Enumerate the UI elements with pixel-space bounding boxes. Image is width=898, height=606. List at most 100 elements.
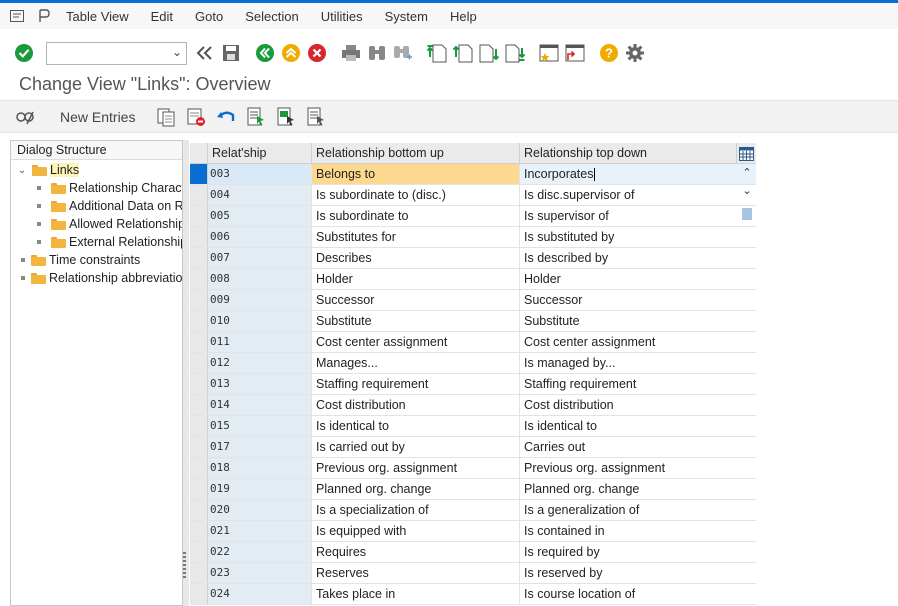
row-selector[interactable] [190, 458, 208, 478]
row-selector[interactable] [190, 248, 208, 268]
bottom-up-cell[interactable]: Is equipped with [312, 521, 520, 541]
top-down-cell[interactable]: Is required by [520, 542, 756, 562]
new-session-icon[interactable] [539, 43, 559, 63]
row-selector[interactable] [190, 353, 208, 373]
top-down-cell[interactable]: Is supervisor of [520, 206, 756, 226]
deselect-all-icon[interactable] [305, 106, 327, 128]
scroll-up-icon[interactable]: ⌃ [738, 164, 756, 180]
bottom-up-cell[interactable]: Is a specialization of [312, 500, 520, 520]
bottom-up-cell[interactable]: Takes place in [312, 584, 520, 604]
bottom-up-cell[interactable]: Is subordinate to [312, 206, 520, 226]
splitter-grip-icon[interactable] [183, 552, 186, 578]
table-row[interactable]: 011 Cost center assignment Cost center ass… [190, 332, 756, 353]
bottom-up-cell[interactable]: Cost distribution [312, 395, 520, 415]
settings-gear-icon[interactable] [625, 43, 645, 63]
table-row[interactable]: 023 Reserves Is reserved by [190, 563, 756, 584]
bottom-up-cell[interactable]: Is subordinate to (disc.) [312, 185, 520, 205]
menu-goto[interactable]: Goto [195, 9, 223, 24]
table-row[interactable]: 009 Successor Successor [190, 290, 756, 311]
table-row[interactable]: 003 Belongs to Incorporates [190, 164, 756, 185]
chevron-down-icon[interactable]: ⌄ [172, 45, 182, 59]
print-icon[interactable] [341, 43, 361, 63]
back-green-icon[interactable] [255, 43, 275, 63]
column-header-top-down[interactable]: Relationship top down [520, 143, 737, 164]
top-down-cell[interactable]: Planned org. change [520, 479, 756, 499]
row-selector[interactable] [190, 206, 208, 226]
top-down-cell[interactable]: Staffing requirement [520, 374, 756, 394]
table-row[interactable]: 007 Describes Is described by [190, 248, 756, 269]
scroll-down-icon[interactable]: ⌄ [738, 182, 756, 198]
row-selector[interactable] [190, 500, 208, 520]
table-row[interactable]: 017 Is carried out by Carries out [190, 437, 756, 458]
row-selector[interactable] [190, 395, 208, 415]
select-all-column-header[interactable] [190, 143, 208, 164]
bottom-up-cell[interactable]: Requires [312, 542, 520, 562]
exit-up-icon[interactable] [281, 43, 301, 63]
select-all-icon[interactable] [245, 106, 267, 128]
row-selector[interactable] [190, 164, 208, 184]
menu-edit[interactable]: Edit [151, 9, 173, 24]
tree-item-time-constraints[interactable]: Time constraints [21, 251, 140, 269]
top-down-cell[interactable]: Is course location of [520, 584, 756, 604]
bottom-up-cell[interactable]: Belongs to [312, 164, 520, 184]
table-row[interactable]: 022 Requires Is required by [190, 542, 756, 563]
top-down-cell[interactable]: Is contained in [520, 521, 756, 541]
bottom-up-cell[interactable]: Staffing requirement [312, 374, 520, 394]
panel-splitter[interactable] [183, 140, 189, 606]
top-down-cell[interactable]: Incorporates [520, 164, 756, 184]
top-down-cell[interactable]: Is reserved by [520, 563, 756, 583]
top-down-cell[interactable]: Carries out [520, 437, 756, 457]
row-selector[interactable] [190, 521, 208, 541]
top-down-cell[interactable]: Previous org. assignment [520, 458, 756, 478]
find-next-icon[interactable] [393, 43, 413, 63]
top-down-cell[interactable]: Is disc.supervisor of [520, 185, 756, 205]
row-selector[interactable] [190, 416, 208, 436]
table-row[interactable]: 014 Cost distribution Cost distribution [190, 395, 756, 416]
back-icon[interactable] [195, 43, 215, 63]
row-selector[interactable] [190, 332, 208, 352]
tree-item-links[interactable]: ⌄ Links [17, 161, 80, 179]
bottom-up-cell[interactable]: Is carried out by [312, 437, 520, 457]
top-down-cell[interactable]: Is managed by... [520, 353, 756, 373]
menu-selection[interactable]: Selection [245, 9, 298, 24]
scrollbar-thumb[interactable] [742, 208, 752, 220]
copy-icon[interactable] [155, 106, 177, 128]
table-settings-icon[interactable] [737, 143, 756, 164]
display-change-icon[interactable] [14, 106, 36, 128]
save-icon[interactable] [221, 43, 241, 63]
top-down-cell[interactable]: Cost distribution [520, 395, 756, 415]
cancel-icon[interactable] [307, 43, 327, 63]
top-down-cell[interactable]: Is described by [520, 248, 756, 268]
bottom-up-cell[interactable]: Substitute [312, 311, 520, 331]
bottom-up-cell[interactable]: Manages... [312, 353, 520, 373]
table-row[interactable]: 010 Substitute Substitute [190, 311, 756, 332]
table-row[interactable]: 015 Is identical to Is identical to [190, 416, 756, 437]
bottom-up-cell[interactable]: Describes [312, 248, 520, 268]
table-row[interactable]: 020 Is a specialization of Is a generaliza… [190, 500, 756, 521]
column-header-bottom-up[interactable]: Relationship bottom up [312, 143, 520, 164]
help-icon[interactable]: ? [599, 43, 619, 63]
tree-item-additional-data[interactable]: Additional Data on Re [37, 197, 182, 215]
tree-item-relationship-characteristics[interactable]: Relationship Characte [37, 179, 182, 197]
vertical-scrollbar[interactable]: ⌃ ⌄ [738, 164, 756, 606]
select-block-icon[interactable] [275, 106, 297, 128]
row-selector[interactable] [190, 185, 208, 205]
table-row[interactable]: 013 Staffing requirement Staffing requirem… [190, 374, 756, 395]
top-down-cell[interactable]: Is substituted by [520, 227, 756, 247]
menu-system[interactable]: System [385, 9, 428, 24]
command-input[interactable] [47, 42, 165, 64]
table-row[interactable]: 006 Substitutes for Is substituted by [190, 227, 756, 248]
menu-toggle-icon[interactable] [9, 9, 25, 23]
table-row[interactable]: 005 Is subordinate to Is supervisor of [190, 206, 756, 227]
tree-item-allowed-relationships[interactable]: Allowed Relationships [37, 215, 182, 233]
bottom-up-cell[interactable]: Successor [312, 290, 520, 310]
row-selector[interactable] [190, 290, 208, 310]
enter-check-icon[interactable] [14, 43, 34, 63]
undo-icon[interactable] [215, 106, 237, 128]
menu-table-view[interactable]: Table View [66, 9, 129, 24]
bottom-up-cell[interactable]: Previous org. assignment [312, 458, 520, 478]
row-selector[interactable] [190, 269, 208, 289]
bottom-up-cell[interactable]: Substitutes for [312, 227, 520, 247]
top-down-cell[interactable]: Substitute [520, 311, 756, 331]
top-down-cell[interactable]: Holder [520, 269, 756, 289]
